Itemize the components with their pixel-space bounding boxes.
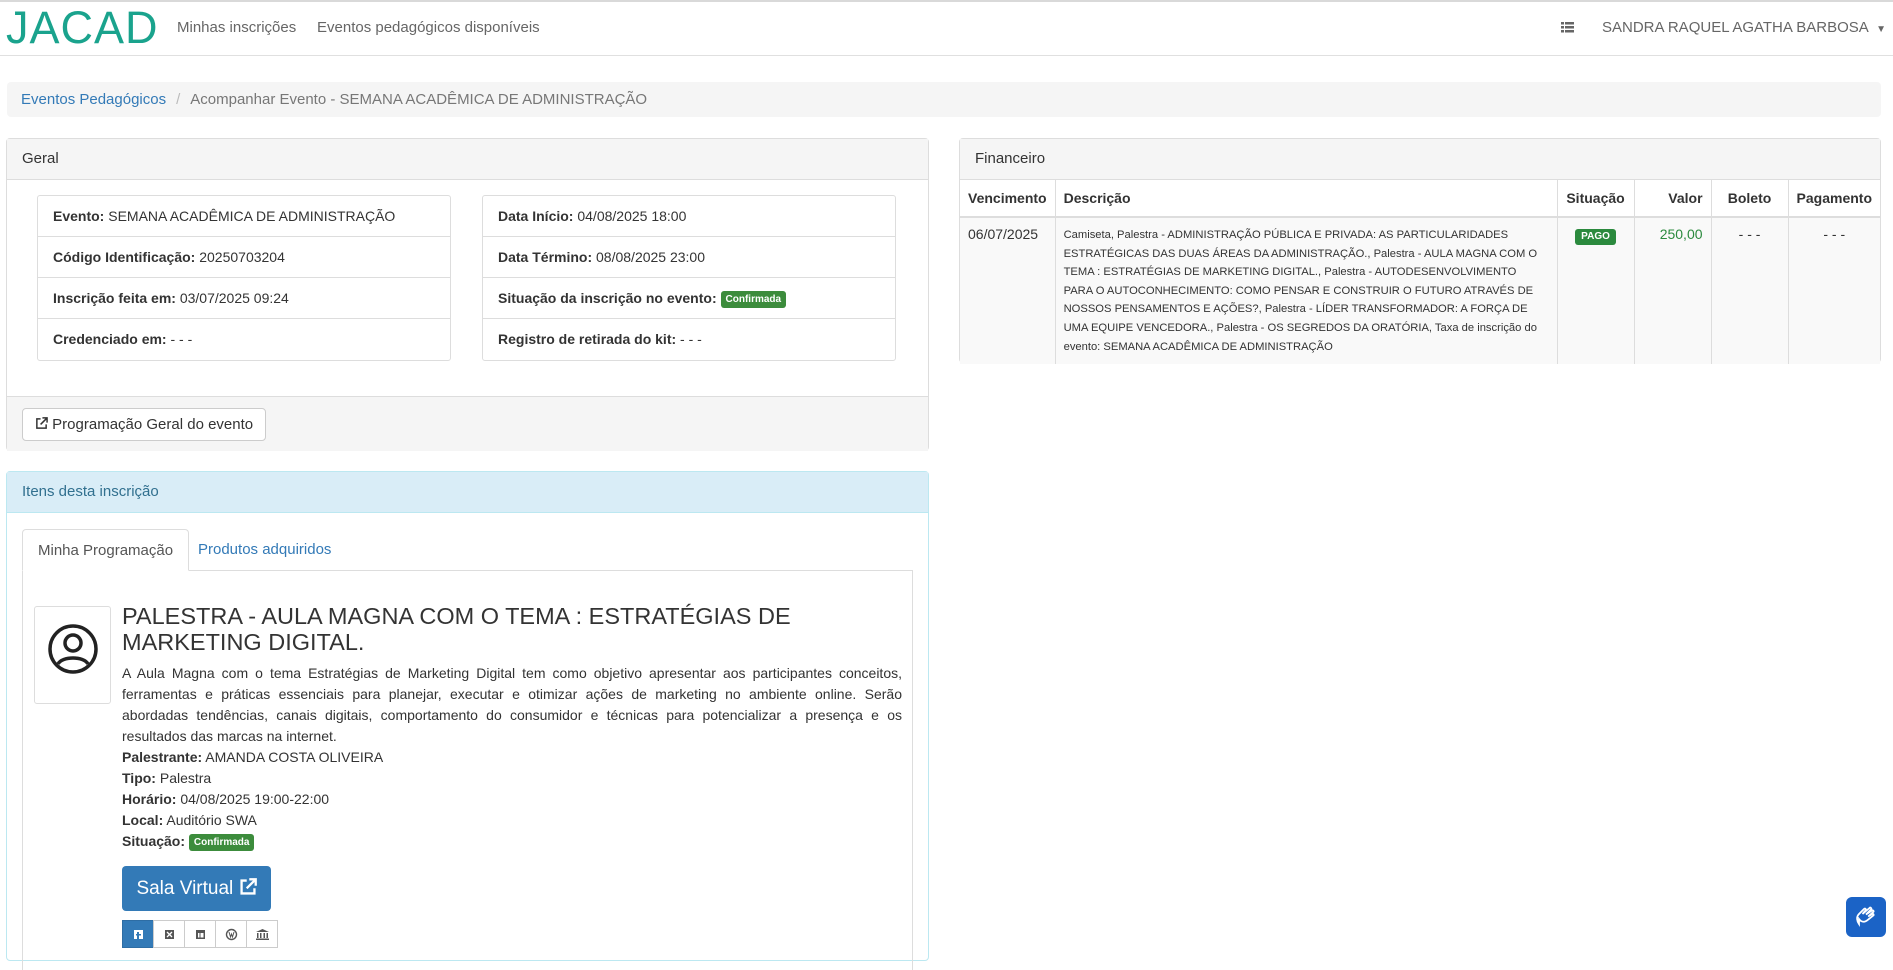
hand-sign-icon[interactable]: [1846, 897, 1886, 937]
speaker-avatar: [34, 606, 111, 704]
cell-valor: 250,00: [1634, 217, 1712, 365]
navbar: JACAD Minhas inscrições Eventos pedagógi…: [0, 2, 1893, 56]
x-twitter-icon[interactable]: [153, 920, 185, 948]
financeiro-table: Vencimento Descrição Situação Valor Bole…: [960, 180, 1880, 365]
user-circle-icon: [47, 623, 99, 678]
info-data-inicio: Data Início: 04/08/2025 18:00: [483, 196, 895, 237]
cell-descricao: Camiseta, Palestra - ADMINISTRAÇÃO PÚBLI…: [1055, 217, 1558, 365]
info-inscricao-data: Inscrição feita em: 03/07/2025 09:24: [38, 278, 450, 319]
cell-situacao: PAGO: [1557, 217, 1635, 365]
info-credenciado: Credenciado em: - - -: [53, 331, 193, 347]
detail-local: Local: Auditório SWA: [122, 812, 257, 828]
breadcrumb-active: Acompanhar Evento - SEMANA ACADÊMICA DE …: [190, 91, 648, 108]
info-evento: Evento: SEMANA ACADÊMICA DE ADMINISTRAÇÃ…: [38, 196, 450, 237]
info-retirada-kit: Registro de retirada do kit: - - -: [498, 331, 702, 347]
external-link-icon: [239, 878, 257, 899]
list-icon[interactable]: [1556, 16, 1578, 38]
programacao-geral-button[interactable]: Programação Geral do evento: [22, 408, 267, 441]
user-menu[interactable]: SANDRA RAQUEL AGATHA BARBOSA ▼: [1602, 19, 1886, 36]
detail-palestrante: Palestrante: AMANDA COSTA OLIVEIRA: [122, 749, 384, 765]
info-codigo: Código Identificação: 20250703204: [38, 237, 450, 278]
table-row: 06/07/2025 Camiseta, Palestra - ADMINIST…: [960, 217, 1880, 365]
info-box-right: Data Início: 04/08/2025 18:00 Data Térmi…: [482, 195, 896, 361]
panel-financeiro-heading: Financeiro: [960, 139, 1880, 180]
palestra-description: A Aula Magna com o tema Estratégias de M…: [122, 665, 902, 744]
detail-tipo: Tipo: Palestra: [122, 770, 212, 786]
cell-pagamento: - - -: [1788, 217, 1880, 365]
col-boleto: Boleto: [1711, 180, 1789, 218]
palestra-title: PALESTRA - AULA MAGNA COM O TEMA : ESTRA…: [122, 603, 791, 655]
situacao-badge: Confirmada: [188, 833, 255, 851]
col-pagamento: Pagamento: [1788, 180, 1880, 218]
institution-icon[interactable]: [246, 920, 278, 948]
nav-minhas-inscricoes[interactable]: Minhas inscrições: [177, 19, 296, 36]
cell-vencimento: 06/07/2025: [960, 217, 1056, 365]
info-situacao-inscricao: Situação da inscrição no evento: Confirm…: [483, 278, 895, 319]
panel-geral-heading: Geral: [7, 139, 928, 180]
breadcrumb: Eventos Pedagógicos / Acompanhar Evento - …: [7, 82, 1881, 117]
external-link-icon: [35, 416, 52, 433]
col-valor: Valor: [1634, 180, 1712, 218]
caret-down-icon: ▼: [1876, 24, 1886, 35]
status-badge: Confirmada: [720, 290, 787, 308]
breadcrumb-separator: /: [176, 91, 181, 108]
panel-itens-heading: Itens desta inscrição: [7, 472, 928, 513]
table-header-row: Vencimento Descrição Situação Valor Bole…: [960, 180, 1880, 218]
nav-eventos-disponiveis[interactable]: Eventos pedagógicos disponíveis: [317, 19, 540, 36]
info-box-left: Evento: SEMANA ACADÊMICA DE ADMINISTRAÇÃ…: [37, 195, 451, 361]
col-descricao: Descrição: [1055, 180, 1558, 218]
col-vencimento: Vencimento: [960, 180, 1056, 218]
info-data-termino: Data Término: 08/08/2025 23:00: [483, 237, 895, 278]
detail-horario: Horário: 04/08/2025 19:00-22:00: [122, 791, 330, 807]
panel-financeiro: Financeiro Vencimento Descrição Situação…: [959, 138, 1881, 365]
sala-virtual-button[interactable]: Sala Virtual: [122, 866, 271, 911]
tab-produtos-adquiridos[interactable]: Produtos adquiridos: [183, 529, 346, 571]
detail-situacao: Situação: Confirmada: [122, 831, 255, 852]
panel-geral: Geral Evento: SEMANA ACADÊMICA DE ADMINI…: [6, 138, 929, 451]
breadcrumb-link-eventos[interactable]: Eventos Pedagógicos: [21, 91, 166, 108]
linkedin-icon[interactable]: [184, 920, 216, 948]
user-name: SANDRA RAQUEL AGATHA BARBOSA: [1602, 19, 1868, 36]
tab-content-programacao: PALESTRA - AULA MAGNA COM O TEMA : ESTRA…: [22, 570, 913, 970]
col-situacao: Situação: [1557, 180, 1635, 218]
pago-badge: PAGO: [1575, 229, 1616, 245]
wordpress-icon[interactable]: [215, 920, 247, 948]
logo[interactable]: JACAD: [6, 4, 159, 52]
panel-geral-footer: Programação Geral do evento: [7, 396, 928, 451]
facebook-icon[interactable]: [122, 920, 154, 948]
tab-minha-programacao[interactable]: Minha Programação: [22, 529, 190, 571]
panel-itens: Itens desta inscrição Minha Programação …: [6, 471, 929, 970]
cell-boleto: - - -: [1711, 217, 1789, 365]
